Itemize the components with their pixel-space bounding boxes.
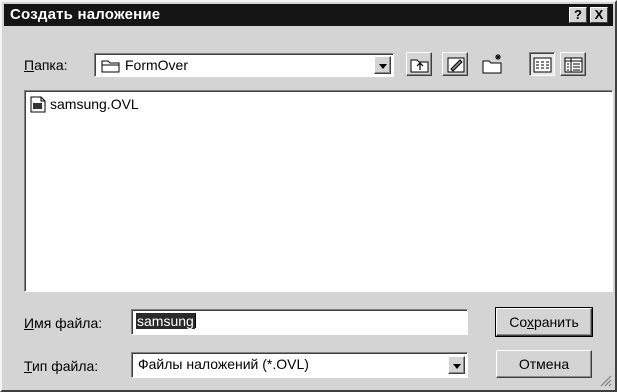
filename-input[interactable]: samsung	[131, 309, 468, 335]
folder-label-rest: апка:	[34, 57, 68, 73]
filename-selected-text: samsung	[136, 313, 195, 329]
filetype-label-accel: Т	[24, 358, 32, 374]
file-list[interactable]: samsung.OVL	[24, 90, 613, 292]
filetype-label: Тип файла:	[24, 358, 98, 374]
desktop-button[interactable]	[442, 52, 468, 76]
title-bar[interactable]: Создать наложение ? X	[4, 4, 613, 26]
cancel-button[interactable]: Отмена	[496, 350, 592, 378]
filetype-value: Файлы наложений (*.OVL)	[138, 356, 309, 372]
folder-combo[interactable]: FormOver	[94, 53, 394, 77]
chevron-down-icon	[453, 364, 461, 369]
filename-value: samsung	[136, 313, 196, 329]
folder-label: Папка:	[24, 57, 68, 73]
save-label-post: ранить	[533, 314, 579, 330]
help-button[interactable]: ?	[569, 7, 587, 23]
details-view-button[interactable]	[560, 52, 586, 76]
file-name: samsung.OVL	[50, 96, 139, 112]
overlay-file-icon	[30, 96, 46, 116]
filename-label: Имя файла:	[24, 315, 102, 331]
filename-label-rest: мя файла:	[34, 315, 103, 331]
filetype-label-rest: ип файла:	[31, 358, 99, 374]
save-button[interactable]: Сохранить	[495, 307, 593, 337]
folder-name: FormOver	[125, 57, 188, 73]
list-view-button[interactable]	[529, 52, 555, 76]
text-caret	[194, 313, 196, 328]
close-button[interactable]: X	[590, 7, 608, 23]
save-overlay-dialog: Создать наложение ? X Папка: FormOver sa…	[0, 0, 617, 392]
folder-dropdown-button[interactable]	[374, 56, 391, 74]
resize-grip-icon[interactable]	[598, 373, 612, 387]
filename-label-accel: И	[24, 315, 35, 331]
up-folder-button[interactable]	[406, 52, 432, 76]
save-label-pre: Со	[509, 314, 527, 330]
chevron-down-icon	[379, 64, 387, 69]
save-label-accel: х	[526, 314, 534, 330]
folder-icon	[101, 59, 121, 76]
folder-label-accel: П	[24, 57, 35, 73]
filetype-dropdown-button[interactable]	[448, 356, 465, 374]
dialog-title: Создать наложение	[10, 6, 161, 23]
new-folder-button[interactable]	[478, 50, 504, 74]
filetype-combo[interactable]: Файлы наложений (*.OVL)	[131, 352, 468, 378]
